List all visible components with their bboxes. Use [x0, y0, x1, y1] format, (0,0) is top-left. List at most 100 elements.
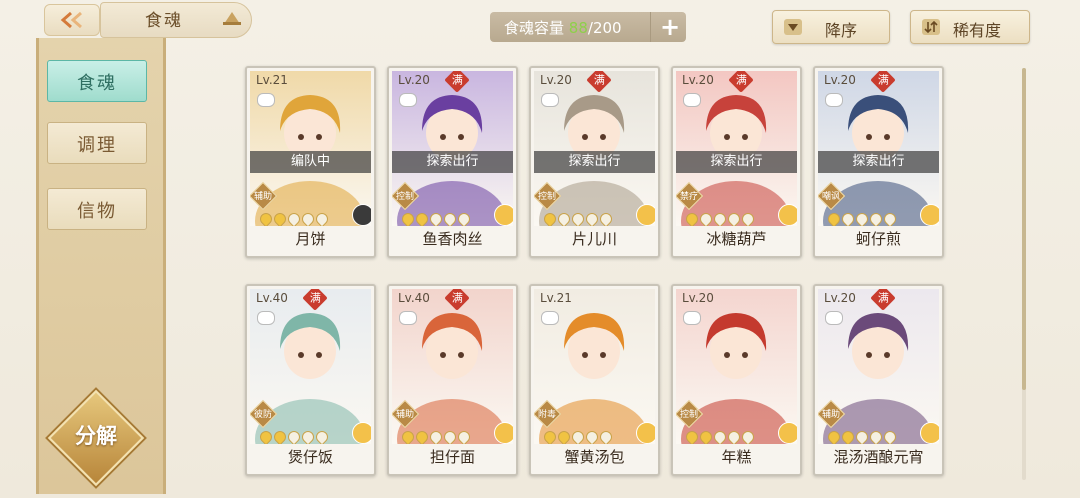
star-icon — [825, 428, 843, 444]
star-icon — [257, 210, 275, 226]
star-icon — [271, 210, 289, 226]
food-soul-card[interactable]: Lv.21 附毒 蟹黄汤包 — [529, 284, 660, 476]
star-icon — [541, 210, 559, 226]
tab-food-soul[interactable]: 食魂 — [47, 60, 147, 102]
tab-conditioning[interactable]: 调理 — [47, 122, 147, 164]
star-icon — [413, 210, 431, 226]
decompose-button[interactable]: 分解 — [47, 389, 145, 487]
sort-by-label: 稀有度 — [953, 21, 1002, 40]
level-label: Lv.20 — [682, 291, 714, 305]
star-icon — [739, 428, 757, 444]
star-icon — [881, 428, 899, 444]
character-portrait: Lv.20 满探索出行 禁疗 — [676, 71, 797, 226]
add-capacity-button[interactable]: + — [650, 12, 687, 42]
hat-icon — [222, 10, 242, 30]
lock-icon[interactable] — [257, 93, 275, 107]
decompose-label: 分解 — [75, 424, 117, 448]
star-icon — [853, 210, 871, 226]
star-icon — [299, 210, 317, 226]
star-icon — [867, 210, 885, 226]
plus-icon: + — [660, 13, 681, 41]
star-icon — [881, 210, 899, 226]
scrollbar-thumb[interactable] — [1022, 68, 1026, 390]
star-rating — [825, 428, 899, 444]
role-label: 控制 — [395, 192, 414, 202]
card-name: 混汤酒酿元宵 — [833, 448, 924, 466]
star-icon — [299, 428, 317, 444]
star-icon — [839, 428, 857, 444]
star-icon — [725, 428, 743, 444]
food-soul-card[interactable]: Lv.21 编队中 辅助 月饼 — [245, 66, 376, 258]
character-portrait: Lv.20 满探索出行 控制 — [534, 71, 655, 226]
level-label: Lv.21 — [540, 291, 572, 305]
star-rating — [683, 428, 757, 444]
status-label: 编队中 — [290, 154, 330, 169]
star-icon — [441, 428, 459, 444]
status-band: 探索出行 — [818, 151, 939, 173]
sort-order-button[interactable]: 降序 — [772, 10, 890, 44]
star-icon — [555, 210, 573, 226]
role-tag: 禁疗 — [676, 181, 704, 211]
capacity-label: 食魂容量 — [504, 19, 565, 37]
status-label: 探索出行 — [710, 154, 763, 169]
star-icon — [569, 210, 587, 226]
food-soul-card[interactable]: Lv.40 满彼防 煲仔饭 — [245, 284, 376, 476]
tab-token[interactable]: 信物 — [47, 188, 147, 230]
status-band: 探索出行 — [534, 151, 655, 173]
food-soul-card[interactable]: Lv.40 满辅助 担仔面 — [387, 284, 518, 476]
capacity-max: /200 — [587, 19, 622, 37]
lock-icon[interactable] — [541, 93, 559, 107]
sort-by-button[interactable]: 稀有度 — [910, 10, 1030, 44]
star-icon — [867, 428, 885, 444]
star-icon — [399, 428, 417, 444]
star-rating — [683, 210, 757, 226]
food-soul-card[interactable]: Lv.20 满辅助混汤酒酿元宵 — [813, 284, 944, 476]
level-label: Lv.20 — [398, 73, 430, 87]
star-rating — [541, 428, 615, 444]
back-button[interactable] — [44, 4, 100, 36]
role-label: 辅助 — [253, 192, 272, 202]
role-label: 辅助 — [395, 410, 414, 420]
card-name: 年糕 — [721, 448, 752, 466]
role-label: 彼防 — [253, 410, 272, 420]
star-icon — [839, 210, 857, 226]
food-soul-card[interactable]: Lv.20 满探索出行 禁疗 冰糖葫芦 — [671, 66, 802, 258]
star-rating — [541, 210, 615, 226]
status-band: 编队中 — [250, 151, 371, 173]
status-band: 探索出行 — [676, 151, 797, 173]
star-icon — [569, 428, 587, 444]
card-name: 蚵仔煎 — [855, 230, 901, 248]
star-icon — [597, 210, 615, 226]
lock-icon[interactable] — [257, 311, 275, 325]
character-portrait: Lv.20 满辅助 — [818, 289, 939, 444]
character-portrait: Lv.21 编队中 辅助 — [250, 71, 371, 226]
tab-label: 食魂 — [77, 73, 117, 94]
star-icon — [271, 428, 289, 444]
lock-icon[interactable] — [541, 311, 559, 325]
level-label: Lv.40 — [398, 291, 430, 305]
star-icon — [413, 428, 431, 444]
star-icon — [697, 428, 715, 444]
flower-icon — [920, 422, 939, 444]
lock-icon[interactable] — [683, 93, 701, 107]
capacity-display: 食魂容量 88/200 + — [490, 12, 686, 42]
lock-icon[interactable] — [399, 311, 417, 325]
lock-icon[interactable] — [825, 93, 843, 107]
flower-icon — [494, 204, 513, 226]
star-icon — [285, 428, 303, 444]
star-icon — [313, 428, 331, 444]
character-portrait: Lv.21 附毒 — [534, 289, 655, 444]
flower-icon — [352, 422, 371, 444]
lock-icon[interactable] — [683, 311, 701, 325]
lock-icon[interactable] — [825, 311, 843, 325]
food-soul-card[interactable]: Lv.20 控制 年糕 — [671, 284, 802, 476]
lock-icon[interactable] — [399, 93, 417, 107]
character-portrait: Lv.20 满探索出行 嘲讽 — [818, 71, 939, 226]
role-label: 禁疗 — [679, 192, 698, 202]
food-soul-card[interactable]: Lv.20 满探索出行 嘲讽蚵仔煎 — [813, 66, 944, 258]
status-band: 探索出行 — [392, 151, 513, 173]
food-soul-card[interactable]: Lv.20 满探索出行 控制 片儿川 — [529, 66, 660, 258]
food-soul-card[interactable]: Lv.20 满探索出行 控制 鱼香肉丝 — [387, 66, 518, 258]
sort-order-label: 降序 — [825, 21, 858, 40]
star-icon — [711, 428, 729, 444]
